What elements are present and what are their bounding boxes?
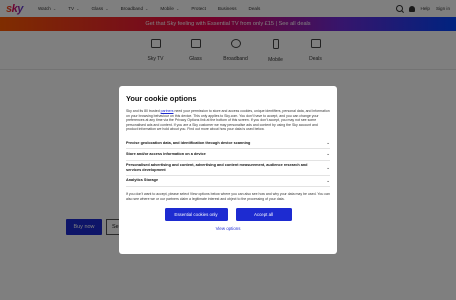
accept-all-button[interactable]: Accept all	[235, 208, 292, 222]
purpose-label: Personalised advertising and content, ad…	[126, 162, 308, 172]
purpose-label: Analytics Storage	[126, 178, 159, 183]
dialog-intro: Sky and its 80 trusted partners need you…	[126, 109, 330, 132]
essential-cookies-button[interactable]: Essential cookies only	[164, 208, 228, 222]
purpose-list: Precise geolocation data, and identifica…	[126, 138, 330, 188]
purpose-item-geolocation[interactable]: Precise geolocation data, and identifica…	[126, 138, 330, 150]
purpose-label: Precise geolocation data, and identifica…	[126, 140, 251, 145]
purpose-label: Store and/or access information on a dev…	[126, 152, 206, 157]
chevron-down-icon: ⌄	[326, 177, 330, 183]
cookie-dialog: Your cookie options Sky and its 80 trust…	[119, 86, 337, 254]
chevron-down-icon: ⌄	[326, 164, 330, 170]
intro-text-start: Sky and its 80 trusted	[126, 109, 161, 113]
view-options-link[interactable]: View options	[126, 226, 330, 231]
purpose-item-personalised-ads[interactable]: Personalised advertising and content, ad…	[126, 161, 330, 176]
dialog-title: Your cookie options	[126, 94, 197, 103]
partners-link[interactable]: partners	[161, 109, 174, 113]
chevron-down-icon: ⌄	[326, 139, 330, 145]
purpose-item-analytics[interactable]: Analytics Storage ⌄	[126, 176, 330, 188]
dialog-footer-text: If you don't want to accept, please sele…	[126, 192, 330, 201]
purpose-item-storage[interactable]: Store and/or access information on a dev…	[126, 149, 330, 161]
chevron-down-icon: ⌄	[326, 151, 330, 157]
dialog-actions: Essential cookies only Accept all	[126, 208, 330, 222]
